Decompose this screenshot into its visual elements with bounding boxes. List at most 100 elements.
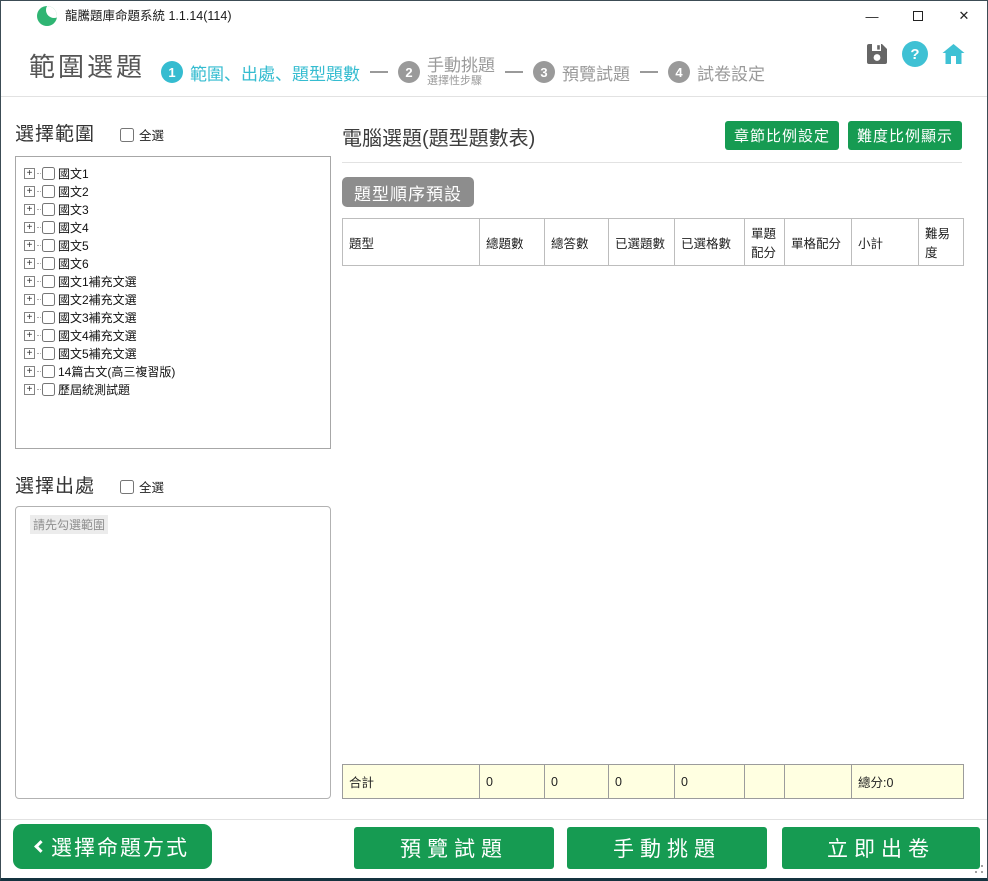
tree-item[interactable]: +國文5補充文選 <box>24 344 326 362</box>
question-type-order-button[interactable]: 題型順序預設 <box>342 177 474 207</box>
expand-icon[interactable]: + <box>24 294 35 305</box>
tree-item[interactable]: + 國文4 <box>24 218 326 236</box>
totals-row: 合計 0 0 0 0 總分:0 <box>342 764 964 799</box>
source-select-all-checkbox[interactable] <box>120 480 134 494</box>
tree-item-checkbox[interactable] <box>42 239 55 252</box>
resize-grip[interactable] <box>975 865 983 873</box>
help-icon[interactable]: ? <box>902 41 928 67</box>
tree-item-checkbox[interactable] <box>42 185 55 198</box>
tree-item[interactable]: + 國文6 <box>24 254 326 272</box>
tree-item[interactable]: +國文4補充文選 <box>24 326 326 344</box>
tree-item-label: 14篇古文(高三複習版) <box>58 363 175 380</box>
step-2-label: 手動挑題 <box>427 57 495 75</box>
tree-connector <box>37 317 41 318</box>
tree-connector <box>37 227 41 228</box>
tree-item[interactable]: +國文3補充文選 <box>24 308 326 326</box>
tree-item[interactable]: +14篇古文(高三複習版) <box>24 362 326 380</box>
expand-icon[interactable]: + <box>24 222 35 233</box>
close-button[interactable]: ✕ <box>941 1 987 31</box>
range-select-all-label: 全選 <box>139 125 164 144</box>
step-indicator: 1 範圍、出處、題型題數 2 手動挑題 選擇性步驟 3 預覽試題 4 試卷設定 <box>161 49 765 95</box>
tree-item-label: 國文3 <box>58 201 89 218</box>
tree-item[interactable]: +國文2 <box>24 182 326 200</box>
tree-connector <box>37 173 41 174</box>
tree-item[interactable]: + 國文5 <box>24 236 326 254</box>
expand-icon[interactable]: + <box>24 330 35 341</box>
step-connector <box>370 71 388 73</box>
tree-connector <box>37 191 41 192</box>
page-title: 範圍選題 <box>29 47 145 84</box>
expand-icon[interactable]: + <box>24 384 35 395</box>
save-icon[interactable] <box>865 42 889 66</box>
back-button[interactable]: 選擇命題方式 <box>13 824 212 869</box>
back-chevron-icon <box>34 840 47 853</box>
totals-per-cell-score <box>785 765 852 799</box>
range-select-all[interactable]: 全選 <box>120 125 164 144</box>
tree-connector <box>37 209 41 210</box>
expand-icon[interactable]: + <box>24 240 35 251</box>
tree-connector <box>37 281 41 282</box>
tree-item-label: 國文4 <box>58 219 89 236</box>
tree-item-checkbox[interactable] <box>42 167 55 180</box>
source-hint: 請先勾選範圍 <box>30 515 108 534</box>
col-question-type: 題型 <box>343 219 480 266</box>
range-select-all-checkbox[interactable] <box>120 128 134 142</box>
tree-item-checkbox[interactable] <box>42 221 55 234</box>
tree-item-label: 國文2補充文選 <box>58 291 137 308</box>
footer-divider <box>1 819 987 820</box>
step-2-circle: 2 <box>398 61 420 83</box>
maximize-button[interactable] <box>895 1 941 31</box>
step-4-label: 試卷設定 <box>697 60 765 85</box>
step-3-circle: 3 <box>533 61 555 83</box>
chapter-ratio-button[interactable]: 章節比例設定 <box>725 121 839 150</box>
totals-per-question-score <box>745 765 785 799</box>
step-2: 2 手動挑題 選擇性步驟 <box>398 57 495 87</box>
expand-icon[interactable]: + <box>24 186 35 197</box>
tree-item-checkbox[interactable] <box>42 257 55 270</box>
expand-icon[interactable]: + <box>24 204 35 215</box>
manual-pick-button[interactable]: 手動挑題 <box>567 827 767 869</box>
tree-item-checkbox[interactable] <box>42 311 55 324</box>
tree-item[interactable]: +國文1 <box>24 164 326 182</box>
expand-icon[interactable]: + <box>24 366 35 377</box>
tree-item-checkbox[interactable] <box>42 347 55 360</box>
tree-item-checkbox[interactable] <box>42 365 55 378</box>
tree-item-checkbox[interactable] <box>42 329 55 342</box>
generate-exam-button[interactable]: 立即出卷 <box>782 827 980 869</box>
tree-connector <box>37 335 41 336</box>
expand-icon[interactable]: + <box>24 348 35 359</box>
col-selected-questions: 已選題數 <box>609 219 675 266</box>
home-icon[interactable] <box>941 42 966 66</box>
tree-item-checkbox[interactable] <box>42 203 55 216</box>
tree-item-label: 國文5 <box>58 237 89 254</box>
source-select-all[interactable]: 全選 <box>120 477 164 496</box>
expand-icon[interactable]: + <box>24 258 35 269</box>
tree-item[interactable]: + 國文2補充文選 <box>24 290 326 308</box>
tree-item[interactable]: + 國文3 <box>24 200 326 218</box>
preview-exam-button[interactable]: 預覽試題 <box>354 827 554 869</box>
source-list[interactable]: 請先勾選範圍 <box>15 506 331 799</box>
back-button-label: 選擇命題方式 <box>51 832 189 862</box>
totals-selected-cells: 0 <box>675 765 745 799</box>
tree-item-label: 國文1補充文選 <box>58 273 137 290</box>
expand-icon[interactable]: + <box>24 168 35 179</box>
expand-icon[interactable]: + <box>24 312 35 323</box>
tree-item-checkbox[interactable] <box>42 293 55 306</box>
col-selected-cells: 已選格數 <box>675 219 745 266</box>
difficulty-ratio-button[interactable]: 難度比例顯示 <box>848 121 962 150</box>
expand-icon[interactable]: + <box>24 276 35 287</box>
title-bar: 龍騰題庫命題系統 1.1.14(114) — ✕ <box>1 1 987 31</box>
tree-item[interactable]: + 國文1補充文選 <box>24 272 326 290</box>
tree-item-checkbox[interactable] <box>42 383 55 396</box>
col-total-answers: 總答數 <box>545 219 609 266</box>
tree-item-checkbox[interactable] <box>42 275 55 288</box>
step-4: 4 試卷設定 <box>668 60 765 85</box>
range-tree[interactable]: +國文1 +國文2 + 國文3 + 國文4 + 國文5 + 國文6 + 國文1補充文選 +… <box>15 156 331 449</box>
tree-item[interactable]: +歷屆統測試題 <box>24 380 326 398</box>
source-select-all-label: 全選 <box>139 477 164 496</box>
question-type-table-header: 題型 總題數 總答數 已選題數 已選格數 單題配分 單格配分 小計 難易度 <box>342 218 964 266</box>
step-connector <box>505 71 523 73</box>
tree-item-label: 國文6 <box>58 255 89 272</box>
minimize-button[interactable]: — <box>849 1 895 31</box>
tree-connector <box>37 371 41 372</box>
